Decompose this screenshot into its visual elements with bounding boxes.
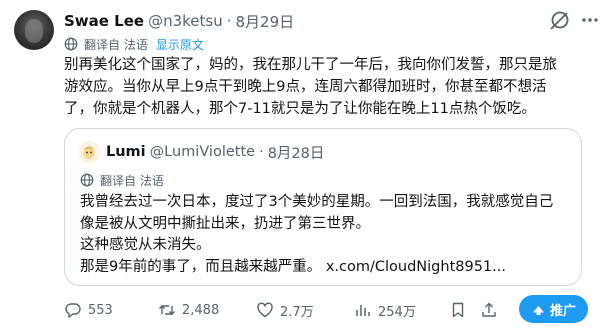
globe-icon [80, 173, 94, 187]
author-handle[interactable]: @n3ketsu [148, 12, 223, 30]
more-options-icon[interactable] [580, 10, 600, 30]
quoted-author-handle[interactable]: @LumiViolette [150, 144, 255, 160]
tweet-text: 别再美化这个国家了，妈的，我在那儿干了一年后，我向你们发誓，那只是旅 游效应。当… [64, 54, 584, 120]
quoted-translated-from-label: 翻译自 法语 [100, 173, 164, 188]
quoted-tweet-header: Lumi @LumiViolette · 8月28日 [106, 141, 324, 163]
bookmark-icon [452, 302, 464, 318]
quoted-tweet-text: 我曾经去过一次日本，度过了3个美妙的星期。一回到法国，我就感觉自己 像是被从文明… [80, 192, 575, 278]
show-original-link[interactable]: 显示原文 [156, 36, 204, 53]
view-count: 254万 [378, 304, 416, 320]
promote-icon [532, 305, 544, 315]
globe-icon [64, 37, 78, 51]
quoted-tweet-card[interactable]: Lumi @LumiViolette · 8月28日 翻译自 法语 我曾经去过一… [64, 128, 582, 286]
promote-label: 推广 [549, 303, 576, 319]
action-bar: 553 2,488 2.7万 254万 推广 [64, 295, 588, 323]
share-button[interactable] [480, 301, 504, 319]
views-icon [356, 305, 370, 316]
quoted-text-line: 我曾经去过一次日本，度过了3个美妙的星期。一回到法国，我就感觉自己 [80, 194, 554, 210]
avatar[interactable] [14, 10, 54, 50]
share-icon [482, 302, 496, 317]
reply-count: 553 [88, 302, 113, 318]
like-button[interactable]: 2.7万 [256, 301, 314, 320]
bookmark-button[interactable] [449, 301, 473, 319]
tweet-date[interactable]: 8月29日 [236, 11, 295, 32]
retweet-button[interactable]: 2,488 [158, 301, 219, 319]
translation-notice: 翻译自 法语 显示原文 [64, 35, 204, 53]
quoted-tweet-date[interactable]: 8月28日 [268, 142, 325, 163]
separator-dot: · [226, 12, 232, 30]
views-button[interactable]: 254万 [354, 301, 416, 320]
quoted-translation-notice: 翻译自 法语 [80, 171, 164, 189]
quoted-text-line: 像是被从文明中撕扯出来，扔进了第三世界。 [80, 215, 370, 232]
quoted-author-name[interactable]: Lumi [106, 144, 146, 160]
tweet-text-line: 别再美化这个国家了，妈的，我在那儿干了一年后，我向你们发誓，那只是旅 [64, 57, 557, 73]
quoted-text-line: 那是9年前的事了，而且越来越严重。 x.com/CloudNight8951..… [80, 258, 506, 275]
author-name[interactable]: Swae Lee [64, 12, 144, 30]
reply-button[interactable]: 553 [64, 301, 113, 319]
heart-icon [257, 302, 273, 318]
reply-icon [65, 303, 81, 318]
tweet-header: Swae Lee @n3ketsu · 8月29日 [64, 11, 580, 31]
grok-icon[interactable] [548, 8, 572, 32]
promote-button[interactable]: 推广 [518, 295, 588, 323]
quoted-avatar[interactable] [78, 141, 100, 163]
separator-dot: · [259, 144, 264, 160]
quoted-text-line: 这种感觉从未消失。 [80, 237, 211, 253]
translated-from-label: 翻译自 法语 [84, 37, 148, 52]
tweet-text-line: 了，你就是个机器人，那个7-11就只是为了让你能在晚上11点热个饭吃。 [64, 101, 536, 117]
like-count: 2.7万 [280, 304, 314, 320]
retweet-icon [159, 305, 175, 315]
tweet-text-line: 游效应。当你从早上9点干到晚上9点，连周六都得加班时，你甚至都不想活 [64, 79, 547, 95]
retweet-count: 2,488 [182, 302, 220, 318]
